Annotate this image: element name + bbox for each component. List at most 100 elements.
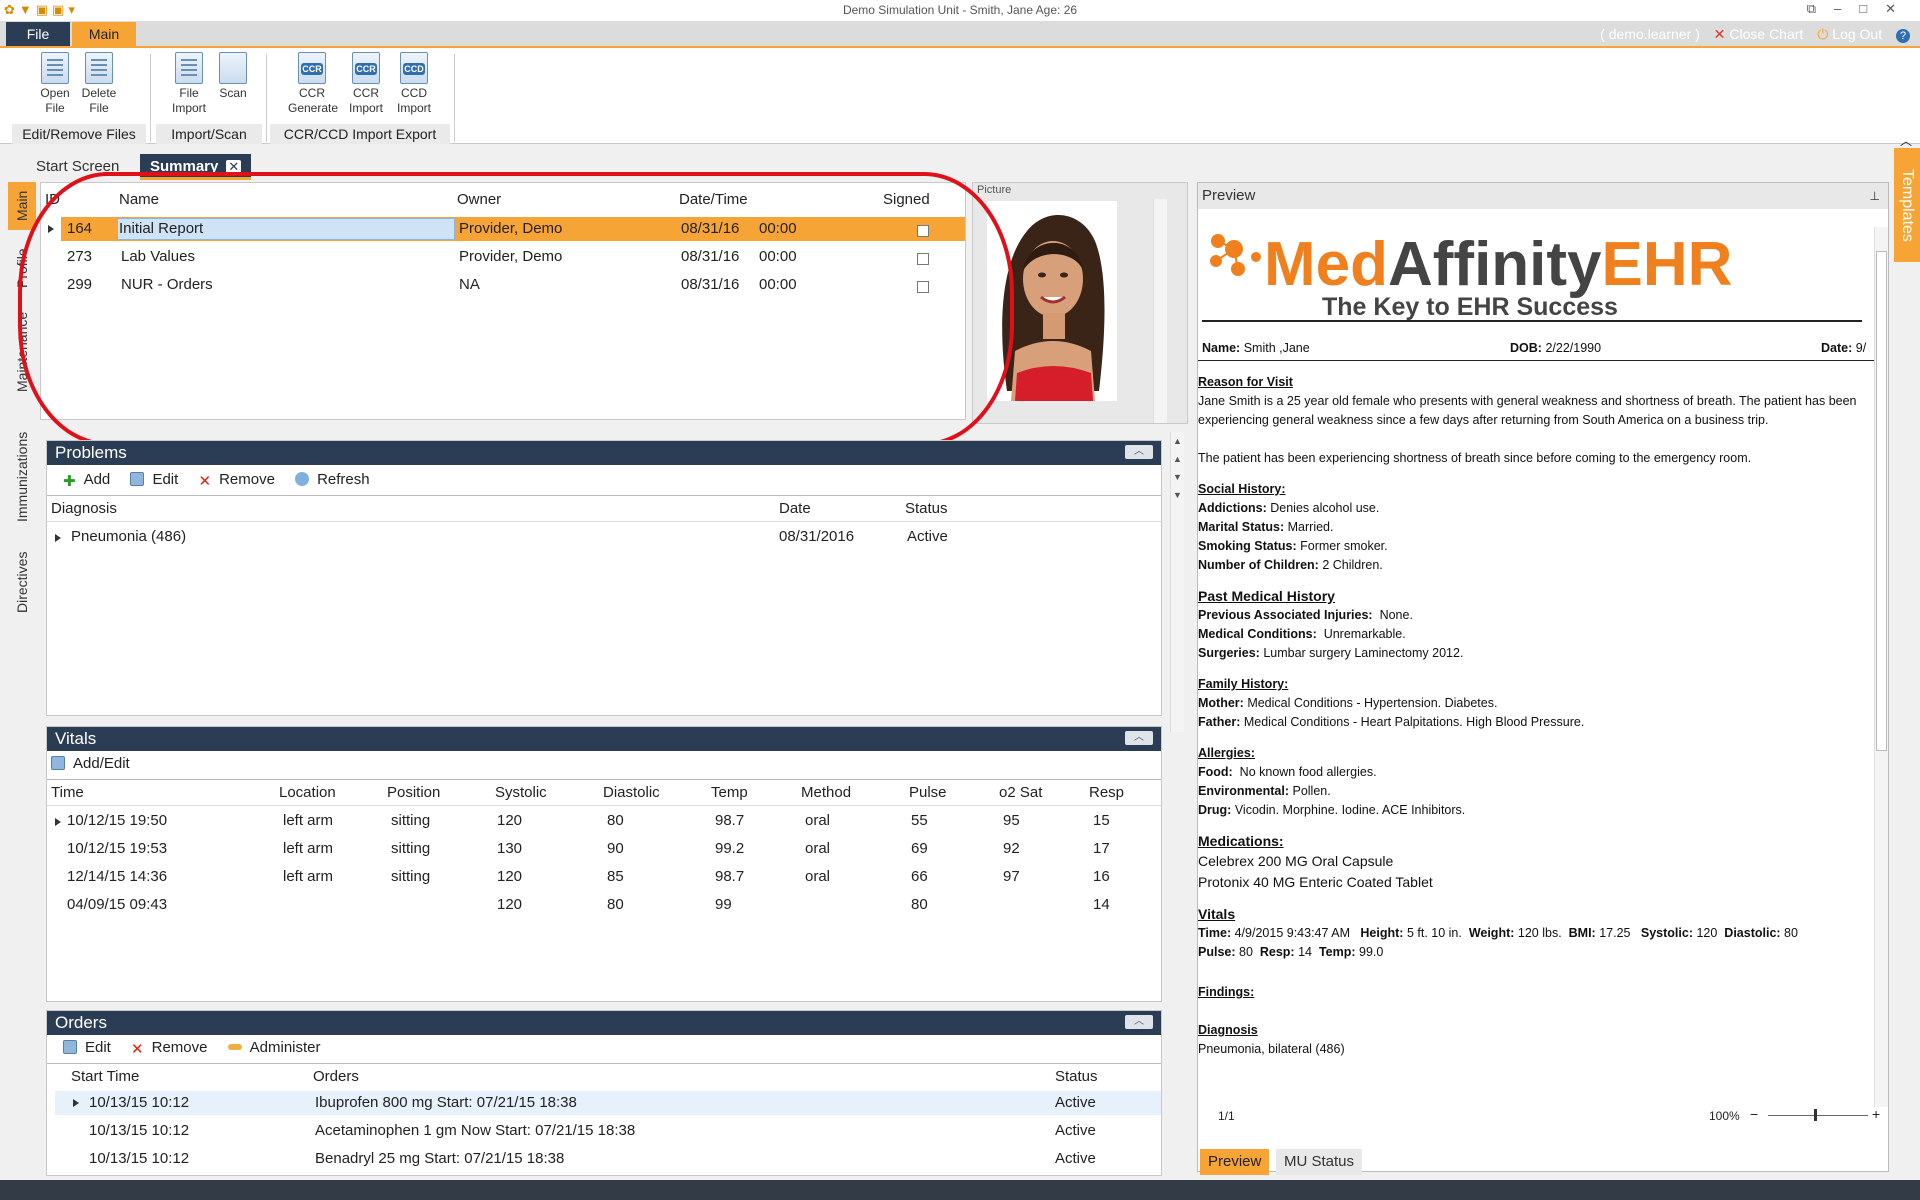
help-icon[interactable]: ? [1896,29,1910,43]
col-status[interactable]: Status [905,500,948,517]
templates-tab[interactable]: Templates [1894,148,1920,262]
patient-photo[interactable] [987,201,1117,401]
reason-text-2: The patient has been experiencing shortn… [1198,451,1752,465]
add-problem-button[interactable]: ✚ Add [63,471,118,490]
col-start-time[interactable]: Start Time [71,1068,139,1085]
col-id[interactable]: ID [45,191,60,208]
v-temp: 99.0 [1359,945,1384,959]
open-file-button[interactable]: Open File [38,52,72,116]
doc-id: 164 [67,220,93,237]
tab-summary[interactable]: Summary ✕ [140,154,252,180]
signed-checkbox[interactable] [917,281,929,293]
mother-label: Mother: [1198,696,1244,710]
col-orders[interactable]: Orders [313,1068,359,1085]
collapse-icon[interactable]: ︿ [1125,1015,1153,1029]
order-status: Active [1055,1122,1096,1139]
delete-file-button[interactable]: Delete File [80,52,118,116]
dob-label: DOB: [1510,341,1542,355]
main-scrollbar[interactable]: ▲ ▲ ▼ ▼ [1170,432,1184,732]
col-status[interactable]: Status [1055,1068,1098,1085]
col-systolic[interactable]: Systolic [495,784,547,801]
scan-button[interactable]: Scan [216,52,250,101]
col-o2-sat[interactable]: o2 Sat [999,784,1042,801]
vital-time: 04/09/15 09:43 [67,896,168,913]
doc-time: 00:00 [759,248,797,265]
zoom-out-icon[interactable]: − [1750,1106,1758,1122]
tab-mu-status[interactable]: MU Status [1276,1149,1363,1175]
vitals-panel: Vitals ︿ Add/Edit Time Location Position… [46,726,1162,1002]
problems-title: Problems [55,443,127,462]
tab-file[interactable]: File [6,22,70,46]
remove-problem-button[interactable]: ✕ Remove [198,471,282,490]
addictions-label: Addictions: [1198,501,1267,515]
doc-time: 00:00 [759,276,797,293]
ccr-generate-button[interactable]: CCR CCR Generate [288,52,338,116]
col-temp[interactable]: Temp [711,784,748,801]
collapse-icon[interactable]: ︿ [1125,445,1153,459]
side-tab-main[interactable]: Main [8,182,36,230]
zoom-slider[interactable] [1768,1115,1868,1116]
col-position[interactable]: Position [387,784,440,801]
tab-main[interactable]: Main [72,22,136,46]
close-chart-button[interactable]: ✕ Close Chart [1714,26,1804,42]
col-owner[interactable]: Owner [457,191,501,208]
addictions-value: Denies alcohol use. [1270,501,1380,515]
collapse-icon[interactable]: ︿ [1125,731,1153,745]
window-controls[interactable]: ⧉–□✕ [1807,1,1914,17]
col-datetime[interactable]: Date/Time [679,191,748,208]
log-out-button[interactable]: ⏻ Log Out [1817,26,1882,42]
add-edit-vitals-button[interactable]: Add/Edit [51,755,138,772]
administer-button[interactable]: Administer [227,1039,329,1056]
vital-method: oral [805,868,831,885]
col-location[interactable]: Location [279,784,336,801]
drug-label: Drug: [1198,803,1232,817]
signed-checkbox[interactable] [917,253,929,265]
selected-row-highlight [55,1091,1161,1115]
logo-med: Med [1264,230,1388,299]
side-tab-maintenance[interactable]: Maintenance [8,302,36,402]
scan-label: Scan [219,86,247,100]
col-diagnosis[interactable]: Diagnosis [51,500,117,517]
col-time[interactable]: Time [51,784,84,801]
problems-header: Problems ︿ [47,441,1161,465]
zoom-in-icon[interactable]: + [1872,1106,1880,1122]
signed-checkbox[interactable] [917,225,929,237]
zoom-slider-thumb[interactable] [1814,1109,1817,1121]
side-tab-immunizations[interactable]: Immunizations [8,422,36,532]
status-bar [0,1180,1920,1200]
diagnosis-value: Pneumonia, bilateral (486) [1198,1042,1345,1056]
col-date[interactable]: Date [779,500,811,517]
add-icon: ✚ [63,473,76,490]
scroll-arrows-icon[interactable]: ▲ ▲ ▼ ▼ [1172,432,1183,504]
side-tab-directives[interactable]: Directives [8,542,36,622]
ribbon-collapse-icon[interactable]: ︿ [1900,132,1912,149]
v-diastolic: 80 [1784,926,1798,940]
picture-scrollbar[interactable] [1153,199,1167,423]
row-indicator-icon [73,1099,79,1107]
surgeries-label: Surgeries: [1198,646,1260,660]
file-import-button[interactable]: File Import [172,52,206,116]
scroll-thumb[interactable] [1876,251,1887,751]
col-pulse[interactable]: Pulse [909,784,947,801]
remove-order-button[interactable]: ✕ Remove [131,1039,215,1058]
tab-start-screen[interactable]: Start Screen [26,154,129,180]
pin-icon[interactable]: ⊥ [1870,183,1880,209]
edit-problem-button[interactable]: Edit [130,471,186,488]
edit-order-button[interactable]: Edit [63,1039,119,1056]
ccd-import-button[interactable]: CCD CCD Import [394,52,434,116]
injuries-label: Previous Associated Injuries: [1198,608,1373,622]
vital-location: left arm [283,812,334,829]
col-resp[interactable]: Resp [1089,784,1124,801]
zoom-level: 100% [1709,1109,1740,1123]
ccr-import-button[interactable]: CCR CCR Import [346,52,386,116]
refresh-problems-button[interactable]: Refresh [295,471,378,488]
col-signed[interactable]: Signed [883,191,930,208]
col-diastolic[interactable]: Diastolic [603,784,660,801]
side-tab-profile[interactable]: Profile [8,238,36,298]
col-name[interactable]: Name [119,191,159,208]
close-tab-icon[interactable]: ✕ [226,160,242,175]
preview-scrollbar[interactable] [1874,227,1888,1107]
tab-preview[interactable]: Preview [1200,1149,1270,1175]
expand-icon[interactable] [55,534,61,542]
col-method[interactable]: Method [801,784,851,801]
